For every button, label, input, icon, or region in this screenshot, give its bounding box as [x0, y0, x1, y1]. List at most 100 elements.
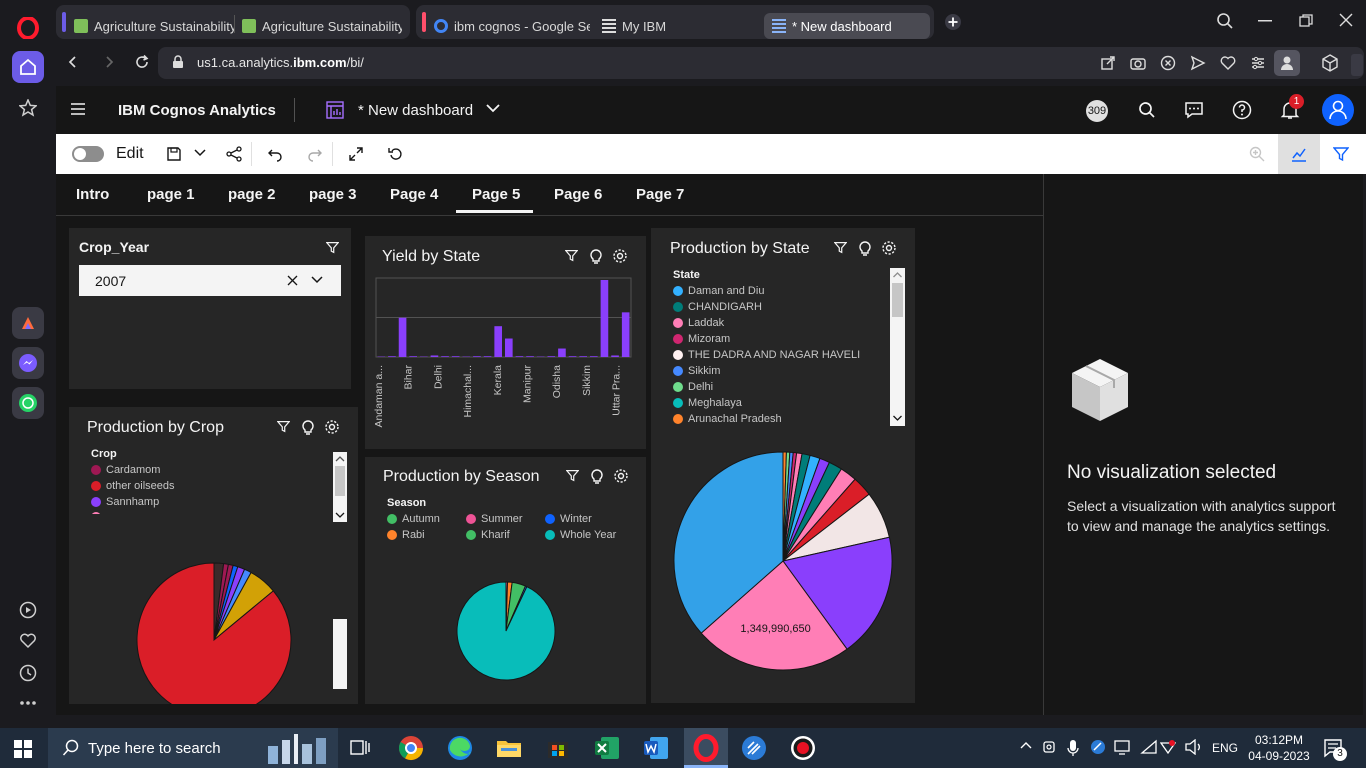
extensions-cube-icon[interactable]	[1321, 54, 1339, 72]
word-icon[interactable]	[642, 734, 670, 762]
legend-item[interactable]: Arunachal Pradesh	[673, 413, 782, 425]
task-view-icon[interactable]	[350, 739, 370, 757]
search-icon[interactable]	[1138, 101, 1156, 119]
tray-app-icon[interactable]	[1090, 739, 1106, 755]
show-hidden-icons-icon[interactable]	[1020, 741, 1032, 749]
reload-icon[interactable]	[134, 54, 150, 70]
close-window-icon[interactable]	[1339, 13, 1353, 27]
legend-item[interactable]: Mizoram	[673, 333, 730, 345]
tab-page-5[interactable]: Page 5	[472, 186, 520, 203]
pie-slice[interactable]	[456, 581, 556, 681]
new-tab-icon[interactable]	[944, 13, 962, 31]
tab-page-6[interactable]: Page 6	[554, 186, 602, 203]
clock[interactable]: 03:12PM 04-09-2023	[1248, 732, 1310, 764]
camera-icon[interactable]	[1130, 55, 1146, 71]
filter-icon[interactable]	[565, 249, 578, 262]
messenger-icon[interactable]	[12, 347, 44, 379]
taskbar-search-box[interactable]: Type here to search	[48, 728, 338, 768]
share-icon[interactable]	[1100, 55, 1116, 71]
adblock-icon[interactable]	[1160, 55, 1176, 71]
bookmark-star-icon[interactable]	[12, 92, 44, 124]
browser-tab[interactable]: Agriculture Sustainability	[242, 13, 402, 39]
edit-toggle[interactable]	[72, 146, 104, 162]
settings-gear-icon[interactable]	[612, 248, 628, 264]
legend-item[interactable]: CHANDIGARH	[673, 301, 762, 313]
bar[interactable]	[398, 317, 407, 357]
bar[interactable]	[558, 348, 566, 357]
camera-tray-icon[interactable]	[1043, 739, 1059, 755]
filter-icon[interactable]	[326, 241, 339, 254]
bar[interactable]	[494, 326, 502, 357]
bar[interactable]	[611, 355, 619, 357]
undo-icon[interactable]	[267, 146, 283, 162]
filter-panel-icon[interactable]	[1333, 146, 1349, 162]
refresh-icon[interactable]	[388, 146, 404, 162]
bar[interactable]	[579, 356, 587, 357]
tab-page-4[interactable]: Page 4	[390, 186, 438, 203]
bar[interactable]	[441, 356, 449, 357]
user-avatar-icon[interactable]	[1322, 94, 1354, 126]
yield-bar-chart[interactable]: Andaman a... Bihar Delhi Himachal... Kerala M…	[365, 274, 646, 449]
easy-setup-icon[interactable]	[1250, 55, 1266, 71]
help-icon[interactable]	[1232, 100, 1252, 120]
filter-icon[interactable]	[834, 241, 847, 254]
bar[interactable]	[430, 355, 439, 357]
more-dots-icon[interactable]	[12, 687, 44, 719]
opera-taskbar-button[interactable]	[684, 728, 728, 768]
microsoft-store-icon[interactable]	[544, 734, 572, 762]
legend-scrollbar[interactable]	[890, 268, 905, 426]
file-explorer-icon[interactable]	[495, 734, 523, 762]
fullscreen-icon[interactable]	[348, 146, 364, 162]
bar[interactable]	[483, 356, 492, 357]
state-pie-chart[interactable]: 1,349,990,650	[651, 438, 915, 703]
legend-item[interactable]: Cardamom	[91, 464, 160, 476]
insights-bulb-icon[interactable]	[589, 248, 603, 264]
excel-icon[interactable]	[593, 734, 621, 762]
legend-item[interactable]: THE DADRA AND NAGAR HAVELI	[673, 349, 860, 361]
aria-ai-icon[interactable]	[12, 307, 44, 339]
microphone-icon[interactable]	[1067, 739, 1079, 757]
settings-gear-icon[interactable]	[324, 419, 340, 435]
legend-item[interactable]: Sannhamp	[91, 496, 159, 508]
season-pie-chart[interactable]	[365, 557, 646, 704]
settings-gear-icon[interactable]	[613, 468, 629, 484]
whatsapp-icon[interactable]	[12, 387, 44, 419]
insights-bulb-icon[interactable]	[590, 468, 604, 484]
legend-item[interactable]: Autumn	[387, 513, 440, 525]
history-clock-icon[interactable]	[12, 657, 44, 689]
crop-year-filter-widget[interactable]: Crop_Year 2007	[69, 228, 351, 389]
send-icon[interactable]	[1190, 55, 1206, 71]
restore-icon[interactable]	[1299, 14, 1313, 28]
bar[interactable]	[590, 356, 598, 357]
legend-item[interactable]: Meghalaya	[673, 397, 742, 409]
legend-item[interactable]: other oilseeds	[91, 480, 175, 492]
tab-page-3[interactable]: page 3	[309, 186, 357, 203]
save-menu-chevron-icon[interactable]	[194, 149, 206, 157]
bar[interactable]	[451, 356, 460, 357]
page-scrollbar[interactable]	[1351, 54, 1363, 76]
screen-recorder-icon[interactable]	[789, 734, 817, 762]
windows-start-icon[interactable]	[14, 740, 32, 758]
heart-icon[interactable]	[12, 625, 44, 657]
browser-tab[interactable]: My IBM	[602, 13, 752, 39]
yield-by-state-widget[interactable]: Yield by State Andaman a... Bihar Delhi Him…	[365, 236, 646, 449]
back-icon[interactable]	[66, 55, 80, 69]
bar[interactable]	[473, 356, 481, 357]
network-alert-icon[interactable]	[1160, 739, 1176, 755]
bar[interactable]	[409, 356, 417, 357]
pie-slice[interactable]	[136, 562, 292, 704]
tab-page-7[interactable]: Page 7	[636, 186, 684, 203]
language-indicator[interactable]: ENG	[1212, 741, 1238, 755]
profile-icon[interactable]	[1274, 50, 1300, 76]
tab-page-2[interactable]: page 2	[228, 186, 276, 203]
bar[interactable]	[505, 338, 513, 357]
analytics-panel-button[interactable]	[1278, 134, 1320, 174]
bar[interactable]	[568, 356, 577, 357]
dashboard-menu-chevron-icon[interactable]	[486, 103, 500, 113]
legend-item[interactable]: Daman and Diu	[673, 285, 764, 297]
counter-badge[interactable]: 309	[1086, 100, 1108, 122]
forward-icon[interactable]	[102, 55, 116, 69]
player-icon[interactable]	[12, 594, 44, 626]
crop-pie-chart[interactable]	[69, 515, 358, 704]
legend-item[interactable]: Kharif	[466, 529, 510, 541]
